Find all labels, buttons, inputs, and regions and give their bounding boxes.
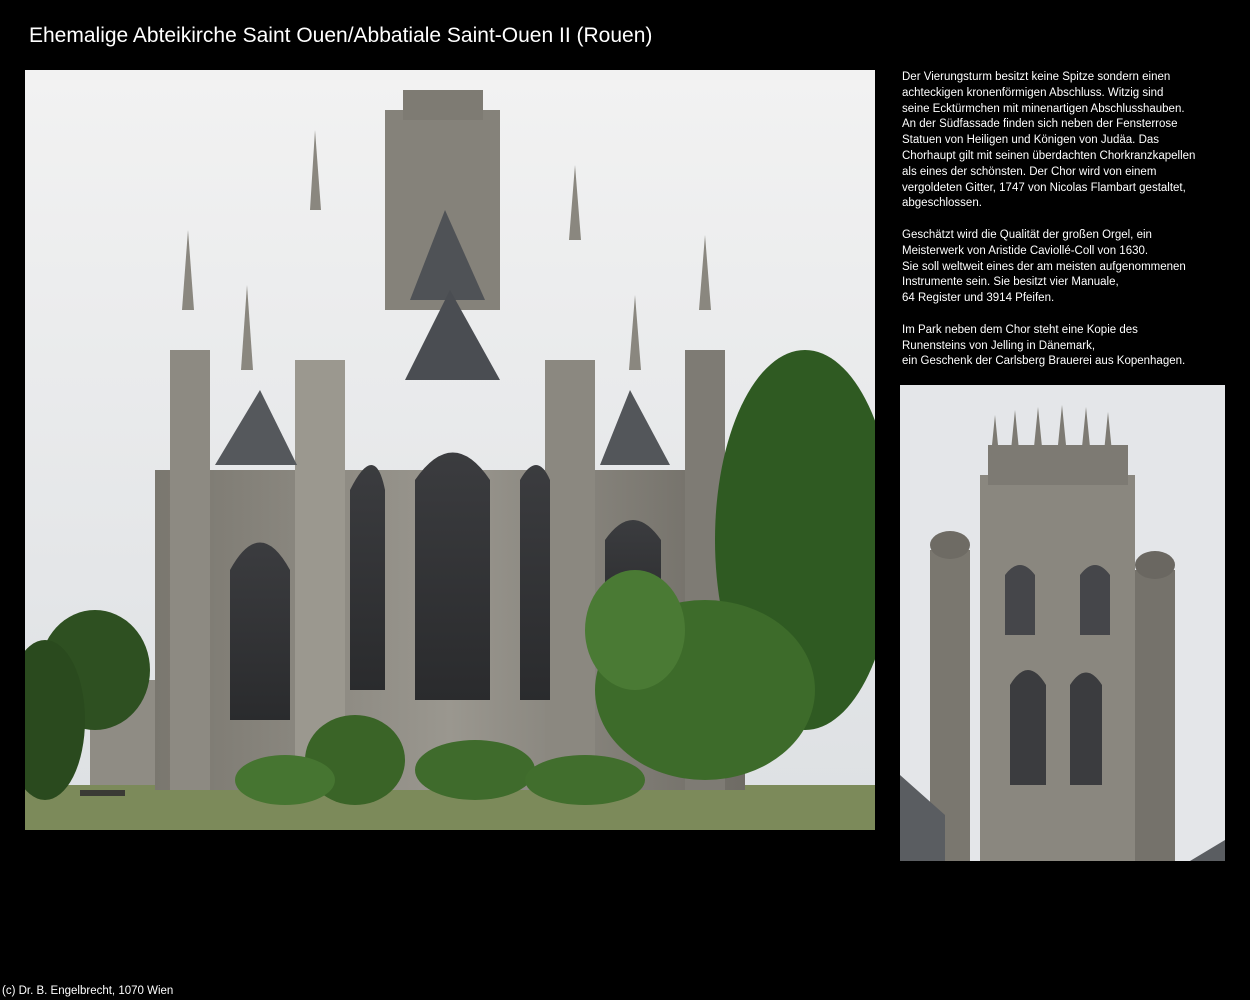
tower-photo[interactable] xyxy=(900,385,1225,861)
description: Der Vierungsturm besitzt keine Spitze so… xyxy=(902,70,1227,386)
description-line: achteckigen kronenförmigen Abschluss. Wi… xyxy=(902,86,1164,99)
main-photo-image xyxy=(25,70,875,830)
description-line: Geschätzt wird die Qualität der großen O… xyxy=(902,228,1152,241)
description-line: 64 Register und 3914 Pfeifen. xyxy=(902,292,1055,305)
description-line: ein Geschenk der Carlsberg Brauerei aus … xyxy=(902,355,1186,368)
description-line: als eines der schönsten. Der Chor wird v… xyxy=(902,165,1157,178)
description-paragraph-2: Geschätzt wird die Qualität der großen O… xyxy=(902,228,1227,307)
description-line: Meisterwerk von Aristide Caviollé-Coll v… xyxy=(902,244,1149,257)
description-line: seine Ecktürmchen mit minenartigen Absch… xyxy=(902,102,1185,115)
description-paragraph-1: Der Vierungsturm besitzt keine Spitze so… xyxy=(902,70,1227,212)
description-line: Statuen von Heiligen und Königen von Jud… xyxy=(902,134,1160,147)
description-line: Der Vierungsturm besitzt keine Spitze so… xyxy=(902,71,1171,83)
main-photo[interactable] xyxy=(25,70,875,830)
description-line: Im Park neben dem Chor steht eine Kopie … xyxy=(902,323,1138,336)
description-line: abgeschlossen. xyxy=(902,197,982,210)
description-line: vergoldeten Gitter, 1747 von Nicolas Fla… xyxy=(902,181,1186,194)
page-title: Ehemalige Abteikirche Saint Ouen/Abbatia… xyxy=(29,24,653,47)
description-line: Instrumente sein. Sie besitzt vier Manua… xyxy=(902,276,1119,289)
description-line: Chorhaupt gilt mit seinen überdachten Ch… xyxy=(902,149,1196,162)
tower-photo-image xyxy=(900,385,1225,861)
description-paragraph-3: Im Park neben dem Chor steht eine Kopie … xyxy=(902,323,1227,370)
copyright-notice: (c) Dr. B. Engelbrecht, 1070 Wien xyxy=(2,985,174,997)
description-line: An der Südfassade finden sich neben der … xyxy=(902,118,1178,131)
description-line: Sie soll weltweit eines der am meisten a… xyxy=(902,260,1186,273)
description-line: Runensteins von Jelling in Dänemark, xyxy=(902,339,1096,352)
